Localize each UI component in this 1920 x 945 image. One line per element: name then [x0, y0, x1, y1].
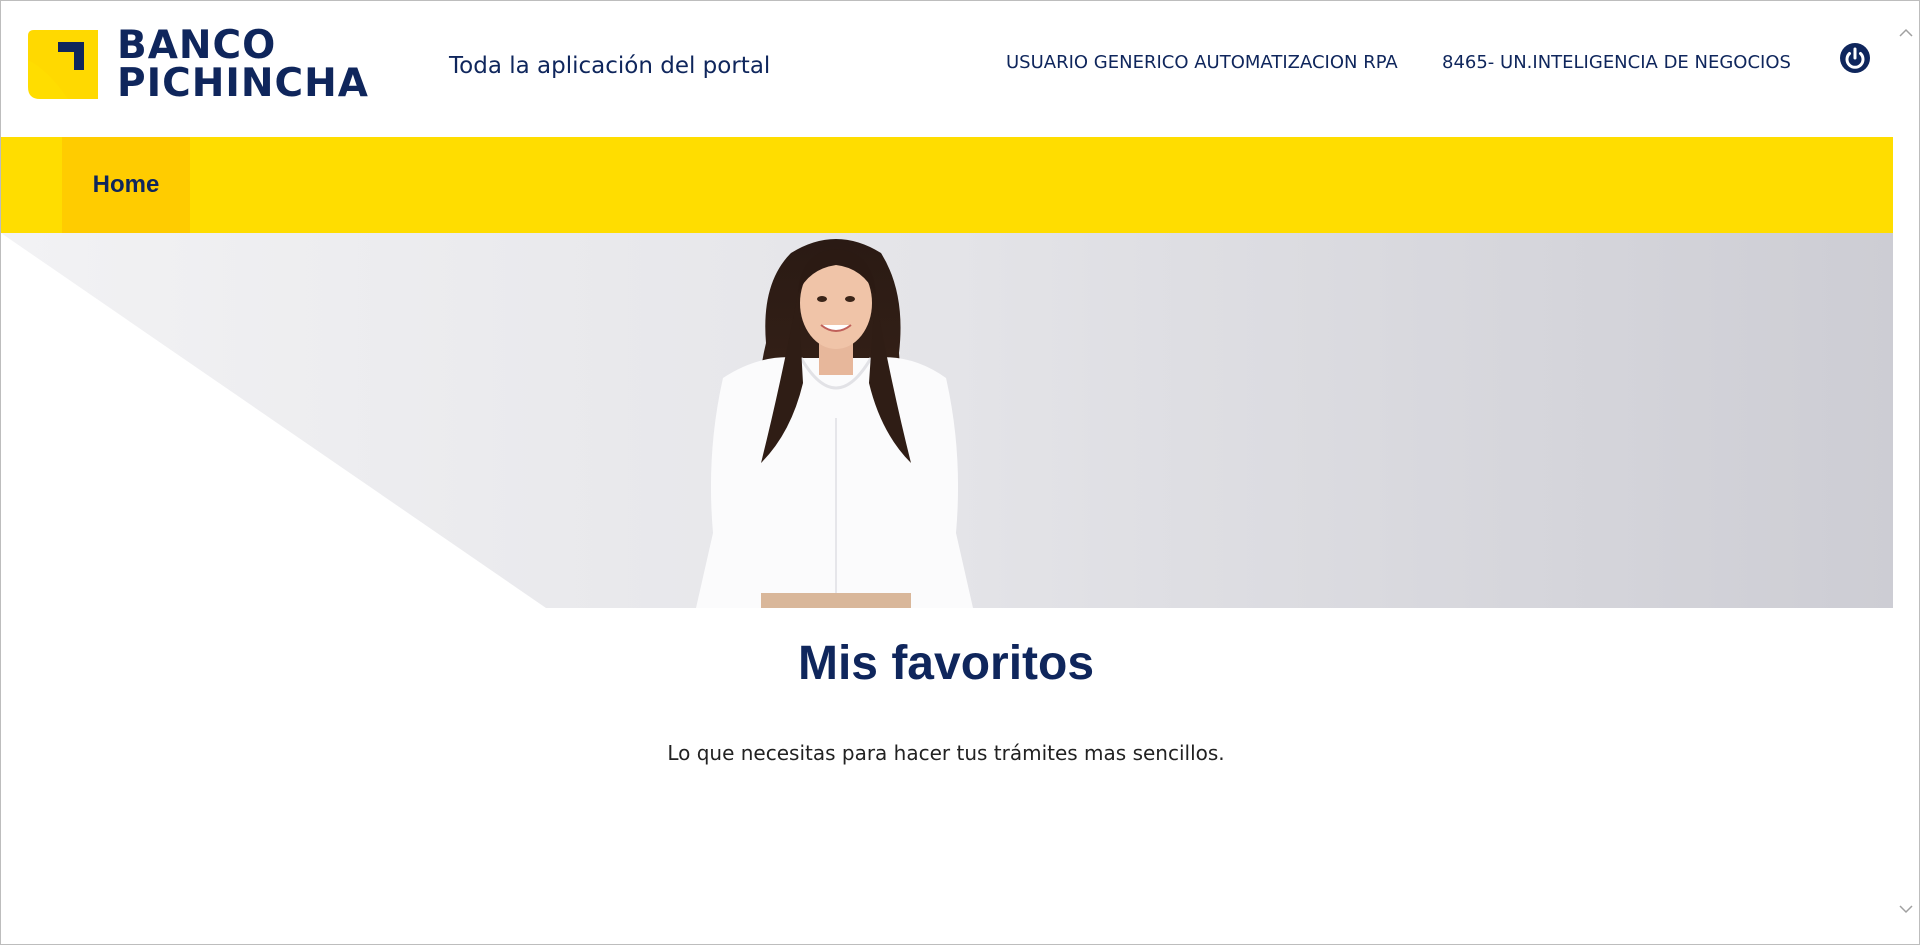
section-subtitle: Lo que necesitas para hacer tus trámites…: [667, 741, 1225, 765]
section-title: Mis favoritos: [797, 637, 1095, 690]
banner-illustration: [1, 233, 1893, 608]
main-nav: Home: [1, 137, 1893, 233]
business-unit: 8465- UN.INTELIGENCIA DE NEGOCIOS: [1442, 52, 1791, 73]
logo-mark-icon: [28, 30, 98, 99]
logo-text: BANCO PICHINCHA: [117, 23, 369, 106]
chevron-up-icon[interactable]: [1898, 25, 1914, 41]
logo-line-1: BANCO: [117, 23, 277, 68]
scrollbar[interactable]: [1894, 1, 1919, 944]
logo-line-2: PICHINCHA: [117, 61, 369, 106]
power-icon[interactable]: [1839, 42, 1871, 74]
portal-title: Toda la aplicación del portal: [449, 53, 771, 79]
hero-banner: [1, 233, 1893, 608]
bank-logo[interactable]: BANCO PICHINCHA: [28, 26, 368, 103]
nav-item-home[interactable]: Home: [62, 137, 190, 233]
chevron-down-icon[interactable]: [1898, 901, 1914, 917]
header: BANCO PICHINCHA Toda la aplicación del p…: [1, 1, 1893, 137]
user-name: USUARIO GENERICO AUTOMATIZACION RPA: [1006, 52, 1398, 73]
